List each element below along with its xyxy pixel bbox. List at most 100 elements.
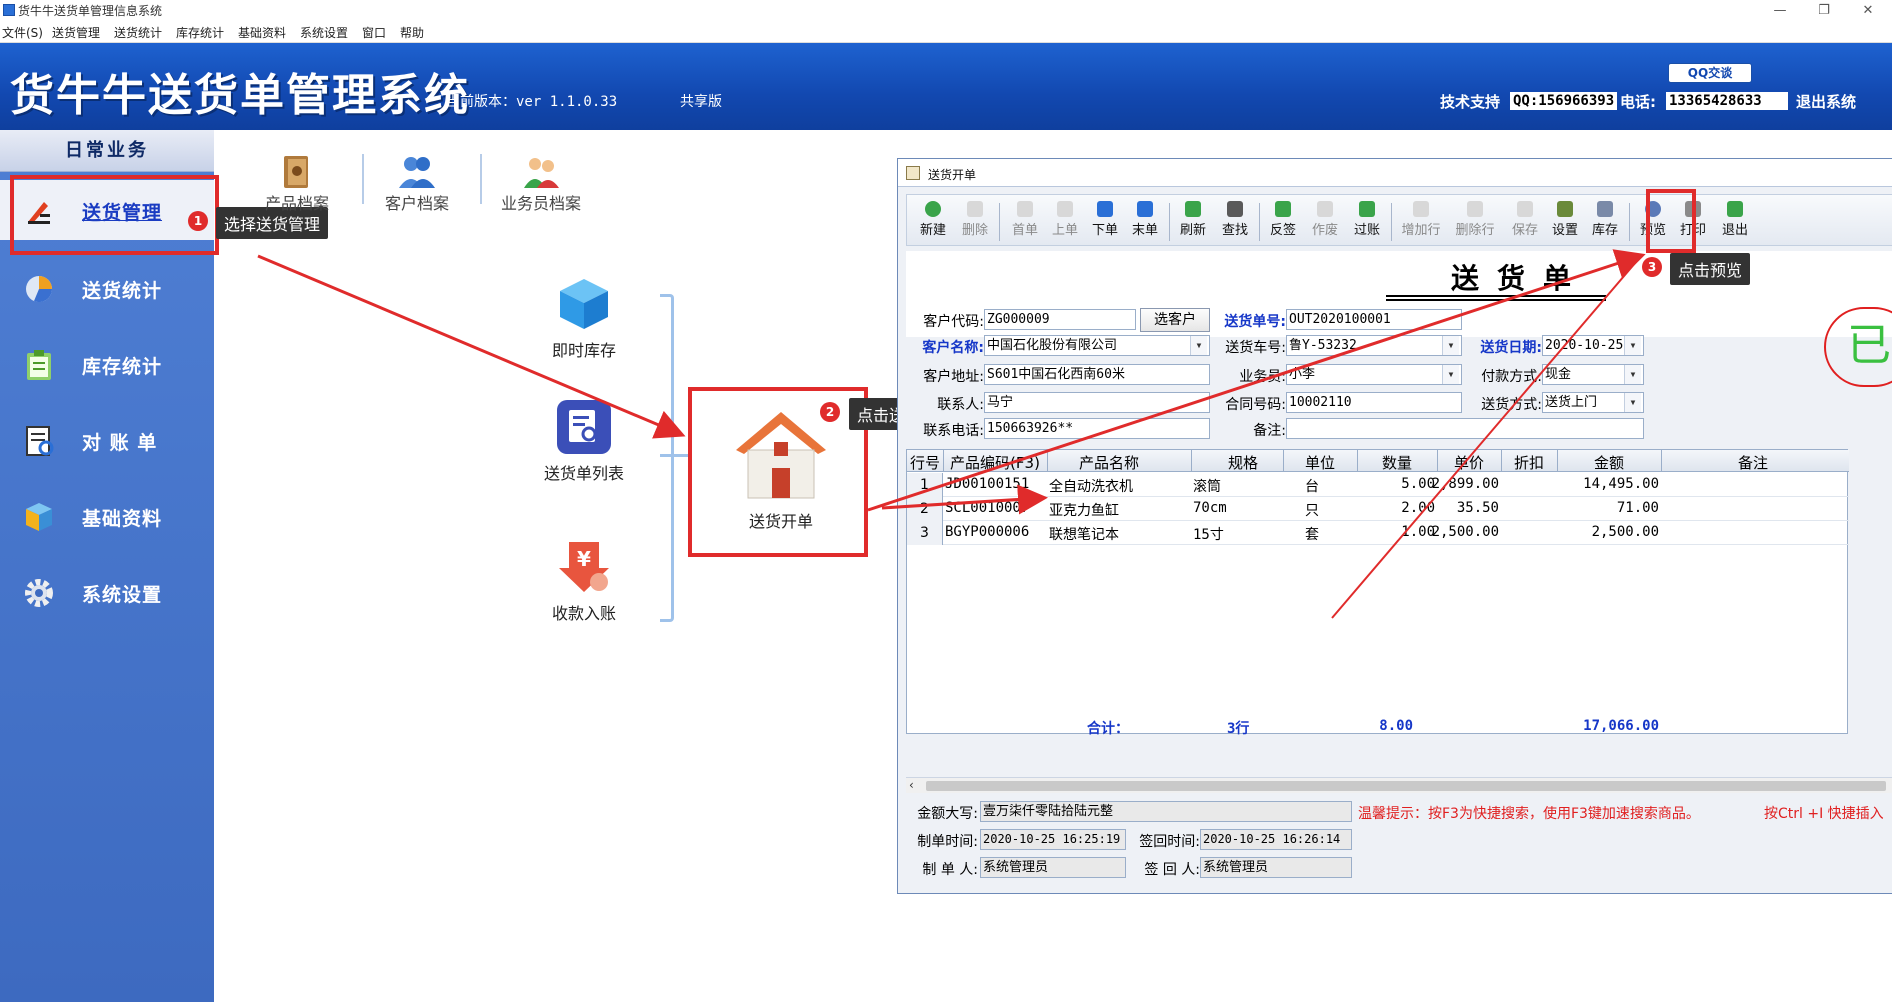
sidebar-item-statement[interactable]: 对 账 单 [0, 410, 214, 470]
hint-text-ctrl: 按Ctrl +I 快捷插入 [1764, 806, 1884, 822]
customer-name-select[interactable]: 中国石化股份有限公司 [984, 335, 1210, 356]
stock-icon [1597, 201, 1613, 217]
menu-bar: 文件(S) 送货管理 送货统计 库存统计 基础资料 系统设置 窗口 帮助 [0, 21, 1892, 43]
form-titlebar: 送货开单 [898, 159, 1892, 187]
toolbar-divider [1629, 203, 1630, 241]
add-icon [925, 201, 941, 217]
flow-receipt[interactable]: ¥ 收款入账 [519, 538, 649, 624]
menu-file[interactable]: 文件(S) [2, 24, 43, 41]
flow-stock[interactable]: 即时库存 [519, 275, 649, 361]
delivery-date-field[interactable]: 2020-10-25 [1542, 335, 1644, 356]
add-row-button[interactable]: 增加行 [1397, 199, 1445, 243]
grid-col-header[interactable]: 数量 [1359, 452, 1435, 473]
unsign-button[interactable]: 反签 [1263, 199, 1303, 243]
scroll-left-icon[interactable]: ‹ [909, 778, 914, 792]
toolbar-divider [999, 203, 1000, 241]
menu-window[interactable]: 窗口 [362, 24, 386, 41]
shipping-method-select[interactable]: 送货上门 [1542, 392, 1644, 413]
nav-product-file[interactable]: 产品档案 [242, 150, 352, 213]
last-icon [1137, 201, 1153, 217]
cell-spec: 15寸 [1193, 527, 1224, 543]
cell-name: 亚克力鱼缸 [1049, 503, 1119, 519]
cell-name: 联想笔记本 [1049, 527, 1119, 543]
customer-code-field[interactable]: ZG000009 [984, 309, 1136, 330]
remark-field[interactable] [1286, 418, 1644, 439]
horizontal-scrollbar[interactable]: ‹ [906, 777, 1892, 793]
sidebar-item-label: 系统设置 [82, 584, 163, 606]
pie-chart-icon [26, 276, 52, 302]
field-label: 制单时间: [917, 834, 978, 850]
post-button[interactable]: 过账 [1347, 199, 1387, 243]
pick-customer-button[interactable]: 选客户 [1140, 308, 1210, 332]
support-qq: QQ:156966393 [1510, 92, 1618, 110]
contact-field[interactable]: 马宁 [984, 392, 1210, 413]
settings-button[interactable]: 设置 [1545, 199, 1585, 243]
flow-bracket [660, 294, 674, 622]
find-button[interactable]: 查找 [1215, 199, 1255, 243]
nav-customer-file[interactable]: 客户档案 [362, 150, 472, 213]
table-row[interactable]: 2 SCL0010007 亚克力鱼缸 70cm 只 2.00 35.50 71.… [907, 497, 1849, 521]
grid-col-header[interactable]: 金额 [1559, 452, 1659, 473]
sidebar-heading: 日常业务 [0, 130, 214, 172]
grid-col-header[interactable]: 产品名称 [1049, 452, 1169, 473]
grid-col-header[interactable]: 行号 [909, 452, 941, 473]
sidebar-item-stock-stats[interactable]: 库存统计 [0, 334, 214, 394]
close-icon[interactable]: ✕ [1846, 0, 1890, 21]
delete-row-button[interactable]: 删除行 [1451, 199, 1499, 243]
product-file-icon [284, 156, 308, 188]
save-button[interactable]: 保存 [1505, 199, 1545, 243]
phone-field[interactable]: 150663926** [984, 418, 1210, 439]
menu-settings[interactable]: 系统设置 [300, 24, 348, 41]
total-amount: 17,066.00 [1583, 718, 1659, 734]
grid-col-header[interactable]: 单价 [1439, 452, 1499, 473]
flow-label: 送货单列表 [543, 464, 624, 483]
table-row[interactable]: 3 BGYP000006 联想笔记本 15寸 套 1.00 2,500.00 2… [907, 521, 1849, 545]
first-icon [1017, 201, 1033, 217]
exit-icon [1727, 201, 1743, 217]
sidebar-item-settings[interactable]: 系统设置 [0, 562, 214, 622]
next-button[interactable]: 下单 [1085, 199, 1125, 243]
first-button[interactable]: 首单 [1005, 199, 1045, 243]
grid-col-header[interactable]: 折扣 [1503, 452, 1555, 473]
restore-icon[interactable]: ❐ [1802, 0, 1846, 21]
post-icon [1359, 201, 1375, 217]
grid-col-header[interactable]: 单位 [1285, 452, 1355, 473]
flow-order-list[interactable]: 送货单列表 [519, 398, 649, 484]
stock-button[interactable]: 库存 [1585, 199, 1625, 243]
minimize-icon[interactable]: — [1758, 0, 1802, 21]
grid-col-header[interactable]: 备注 [1663, 452, 1843, 473]
delete-button[interactable]: 删除 [955, 199, 995, 243]
contract-number-field[interactable]: 10002110 [1286, 392, 1462, 413]
phone-label: 电话: [1620, 93, 1656, 111]
sidebar-item-delivery-stats[interactable]: 送货统计 [0, 258, 214, 318]
prev-button[interactable]: 上单 [1045, 199, 1085, 243]
menu-delivery-stats[interactable]: 送货统计 [114, 24, 162, 41]
refresh-icon [1185, 201, 1201, 217]
void-button[interactable]: 作废 [1305, 199, 1345, 243]
menu-basic-data[interactable]: 基础资料 [238, 24, 286, 41]
nav-salesman-file[interactable]: 业务员档案 [486, 150, 596, 213]
qq-chat-button[interactable]: QQ交谈 [1668, 63, 1752, 83]
grid-col-header[interactable]: 产品编码(F3) [945, 452, 1045, 473]
payment-method-select[interactable]: 现金 [1542, 364, 1644, 385]
grid-col-divider [1661, 450, 1662, 472]
exit-button[interactable]: 退出 [1715, 199, 1755, 243]
exit-system-link[interactable]: 退出系统 [1796, 91, 1856, 112]
last-button[interactable]: 末单 [1125, 199, 1165, 243]
annotation-badge-3: 3 [1642, 257, 1662, 277]
refresh-button[interactable]: 刷新 [1173, 199, 1213, 243]
new-button[interactable]: 新建 [913, 199, 953, 243]
customer-address-field[interactable]: S601中国石化西南60米 [984, 364, 1210, 385]
grid-col-divider [1047, 450, 1048, 472]
salesman-select[interactable]: 小李 [1286, 364, 1462, 385]
sidebar-item-basic-data[interactable]: 基础资料 [0, 486, 214, 546]
scrollbar-thumb[interactable] [926, 781, 1886, 791]
order-number-field[interactable]: OUT2020100001 [1286, 309, 1462, 330]
grid-col-header[interactable]: 规格 [1193, 452, 1293, 473]
table-row[interactable]: 1 JD00100151 全自动洗衣机 滚筒 台 5.00 2,899.00 1… [907, 473, 1849, 497]
app-icon [3, 4, 15, 16]
menu-stock-stats[interactable]: 库存统计 [176, 24, 224, 41]
menu-delivery[interactable]: 送货管理 [52, 24, 100, 41]
menu-help[interactable]: 帮助 [400, 24, 424, 41]
car-number-select[interactable]: 鲁Y-53232 [1286, 335, 1462, 356]
